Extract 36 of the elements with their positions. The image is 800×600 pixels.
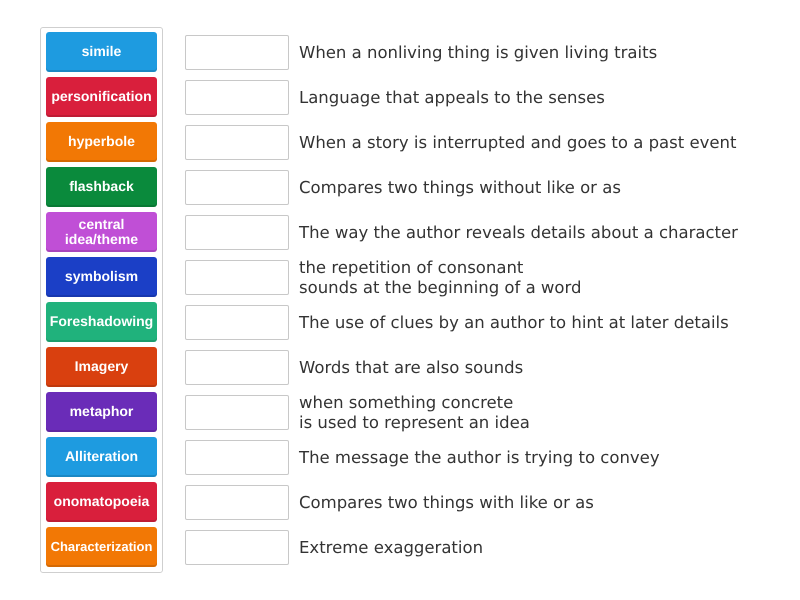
definition-text: When a story is interrupted and goes to a past event (299, 132, 736, 152)
answer-box[interactable] (185, 440, 289, 475)
answer-box[interactable] (185, 350, 289, 385)
answer-box[interactable] (185, 485, 289, 520)
definition-text: the repetition of consonant sounds at the beginning of a word (299, 258, 582, 298)
answer-box[interactable] (185, 305, 289, 340)
definition-text: When a nonliving thing is given living traits (299, 42, 658, 62)
term-tile[interactable]: Alliteration (46, 437, 157, 477)
term-tile[interactable]: Characterization (46, 527, 157, 567)
answer-box[interactable] (185, 125, 289, 160)
term-tile[interactable]: symbolism (46, 257, 157, 297)
term-tile[interactable]: flashback (46, 167, 157, 207)
definition-text: The use of clues by an author to hint at later details (299, 312, 729, 332)
term-tile[interactable]: simile (46, 32, 157, 72)
definition-text: Compares two things with like or as (299, 492, 594, 512)
term-tile[interactable]: onomatopoeia (46, 482, 157, 522)
definition-text: The message the author is trying to convey (299, 448, 660, 468)
definition-text: Compares two things without like or as (299, 178, 621, 198)
answer-box[interactable] (185, 170, 289, 205)
definition-text: when something concrete is used to represent an idea (299, 392, 530, 432)
term-tile[interactable]: personification (46, 77, 157, 117)
answer-box[interactable] (185, 35, 289, 70)
answer-box[interactable] (185, 80, 289, 115)
answer-box[interactable] (185, 530, 289, 565)
definition-text: Words that are also sounds (299, 358, 524, 378)
definition-text: The way the author reveals details about a character (299, 222, 738, 242)
term-tile[interactable]: hyperbole (46, 122, 157, 162)
answer-box[interactable] (185, 260, 289, 295)
definition-text: Extreme exaggeration (299, 538, 484, 558)
definition-text: Language that appeals to the senses (299, 88, 605, 108)
term-tile[interactable]: Foreshadowing (46, 302, 157, 342)
answer-box[interactable] (185, 215, 289, 250)
answer-box[interactable] (185, 395, 289, 430)
term-tile[interactable]: metaphor (46, 392, 157, 432)
term-tile[interactable]: Imagery (46, 347, 157, 387)
term-tile[interactable]: central idea/theme (46, 212, 157, 252)
